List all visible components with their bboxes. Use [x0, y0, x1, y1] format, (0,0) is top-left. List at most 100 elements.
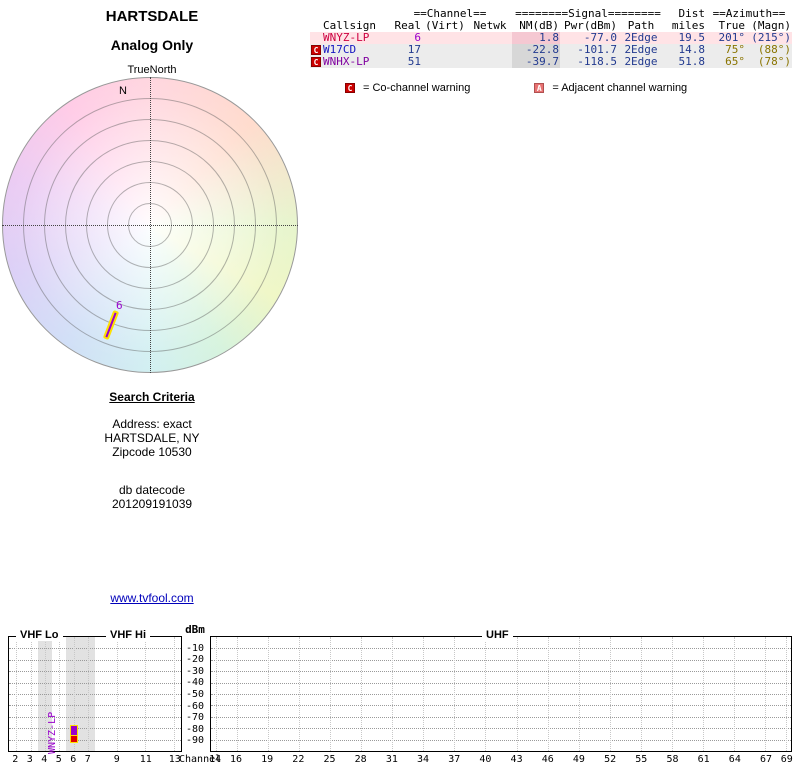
channel-tick-label: 61	[697, 754, 710, 765]
channel-gridline	[116, 637, 118, 751]
cell-path: 2Edge	[624, 56, 658, 68]
channel-gridline	[454, 637, 456, 751]
col-header-miles: miles	[671, 20, 705, 32]
channel-gridline	[765, 637, 767, 751]
cell-azimuth-true: 201°	[718, 32, 746, 44]
uhf-channel-labels: 14 16 19 22 25 28 31 34 37 40 43 46 49 52 55 58 61 64 67 69	[209, 754, 793, 766]
search-criteria-heading: Search Criteria	[109, 390, 195, 404]
channel-gridline	[361, 637, 363, 751]
cell-power: -77.0	[583, 32, 617, 44]
channel-tick-label: 40	[479, 754, 492, 765]
col-header-netwk: Netwk	[473, 20, 507, 32]
vhf-hi-label: VHF Hi	[106, 629, 151, 641]
channel-tick-label: 25	[323, 754, 336, 765]
cell-miles: 51.8	[678, 56, 706, 68]
channel-tick-label: 4	[41, 754, 48, 765]
channel-gridline	[16, 637, 18, 751]
channel-tick-label: 43	[510, 754, 523, 765]
tvfool-report-page: HARTSDALE Analog Only TrueNorth N 6 ==Ch…	[0, 0, 800, 768]
compass-north-label: N	[119, 85, 127, 97]
cell-nm: 1.8	[512, 32, 560, 44]
adjacent-channel-legend-text: = Adjacent channel warning	[552, 82, 688, 94]
co-channel-badge: C	[345, 83, 355, 93]
dbm-gridline	[9, 682, 181, 684]
cell-real-channel: 17	[407, 44, 421, 56]
dbm-gridline	[9, 671, 181, 673]
channel-gridline	[702, 637, 704, 751]
dbm-tick-label: -70	[185, 712, 205, 724]
channel-gridline	[236, 637, 238, 751]
channel-gridline	[267, 637, 269, 751]
channel-tick-label: 19	[261, 754, 274, 765]
cell-azimuth-true: 75°	[725, 44, 745, 56]
true-north-label: TrueNorth	[127, 64, 177, 76]
dbm-gridline	[211, 671, 791, 673]
channel-tick-label: 52	[604, 754, 617, 765]
cell-miles: 14.8	[678, 44, 706, 56]
channel-gridline	[485, 637, 487, 751]
dbm-tick-label: -10	[185, 642, 205, 654]
dbm-tick-label: -40	[185, 677, 205, 689]
search-criteria: Search Criteria Address: exact HARTSDALE…	[52, 390, 252, 511]
group-header-channel: ==Channel==	[413, 8, 487, 20]
col-header-magn: (Magn)	[751, 20, 791, 32]
tvfool-link[interactable]: www.tvfool.com	[52, 591, 252, 605]
signal-bar-tip	[69, 735, 78, 744]
dbm-axis-title: dBm	[185, 623, 205, 636]
cell-callsign: WNYZ-LP	[323, 32, 370, 44]
db-datecode-label: db datecode	[118, 483, 186, 497]
channel-tick-label: 3	[26, 754, 33, 765]
dbm-gridline	[211, 659, 791, 661]
cell-network	[468, 44, 512, 56]
table-row[interactable]: C WNHX-LP 51 -39.7 -118.5 2Edge 51.8 65°…	[310, 56, 792, 68]
cell-virt-channel	[422, 44, 468, 56]
channel-tick-label: 13	[168, 754, 181, 765]
channel-tick-label: 46	[541, 754, 554, 765]
col-header-nm: NM(dB)	[519, 20, 559, 32]
cell-real-channel: 51	[407, 56, 421, 68]
channel-tick-label: 16	[229, 754, 242, 765]
group-header-signal: ========Signal========	[515, 8, 661, 20]
page-title: HARTSDALE	[105, 8, 199, 25]
channel-tick-label: 64	[728, 754, 741, 765]
cell-azimuth-magn: (88°)	[757, 44, 791, 56]
cell-callsign: W17CD	[323, 44, 357, 56]
group-header-dist: Dist	[678, 8, 706, 20]
vhf-lo-label: VHF Lo	[16, 629, 63, 641]
table-row[interactable]: WNYZ-LP 6 1.8 -77.0 2Edge 19.5 201° (215…	[310, 32, 792, 44]
cell-power: -118.5	[577, 56, 617, 68]
search-zip-line: Zipcode 10530	[112, 445, 192, 459]
channel-tick-label: 69	[780, 754, 793, 765]
channel-axis-title: Channel	[179, 754, 222, 765]
channel-tick-label: 34	[417, 754, 430, 765]
channel-gridline	[392, 637, 394, 751]
channel-tick-label: 37	[448, 754, 461, 765]
dbm-tick-label: -80	[185, 723, 205, 735]
uhf-panel	[210, 636, 792, 752]
channel-tick-label: 49	[572, 754, 585, 765]
table-row[interactable]: C W17CD 17 -22.8 -101.7 2Edge 14.8 75° (…	[310, 44, 792, 56]
channel-tick-label: 9	[113, 754, 120, 765]
dbm-gridline	[211, 648, 791, 650]
cell-network	[468, 32, 512, 44]
col-header-real: Real	[394, 20, 422, 32]
co-channel-badge: C	[311, 57, 321, 67]
col-header-true: True	[718, 20, 746, 32]
channel-tick-label: 67	[759, 754, 773, 765]
dbm-gridline	[9, 694, 181, 695]
cell-azimuth-magn: (215°)	[751, 32, 791, 44]
radar-crosshair-vertical	[150, 77, 151, 373]
channel-gridline	[173, 637, 175, 751]
page-subtitle: Analog Only	[110, 37, 194, 53]
signal-bar-label: WNYZ-LP	[46, 711, 58, 754]
col-header-path: Path	[627, 20, 655, 32]
dbm-gridline	[211, 682, 791, 684]
channel-tick-label: 31	[385, 754, 398, 765]
vhf-channel-labels: 2 3 4 5 6 7 9 11 13	[8, 754, 182, 766]
vhf-panel: WNYZ-LP	[8, 636, 182, 754]
cell-azimuth-true: 65°	[725, 56, 745, 68]
cell-network	[468, 56, 512, 68]
radar-plot: N 6	[2, 77, 298, 373]
col-header-pwr: Pwr(dBm)	[564, 20, 617, 32]
group-header-azimuth: ==Azimuth==	[712, 8, 786, 20]
